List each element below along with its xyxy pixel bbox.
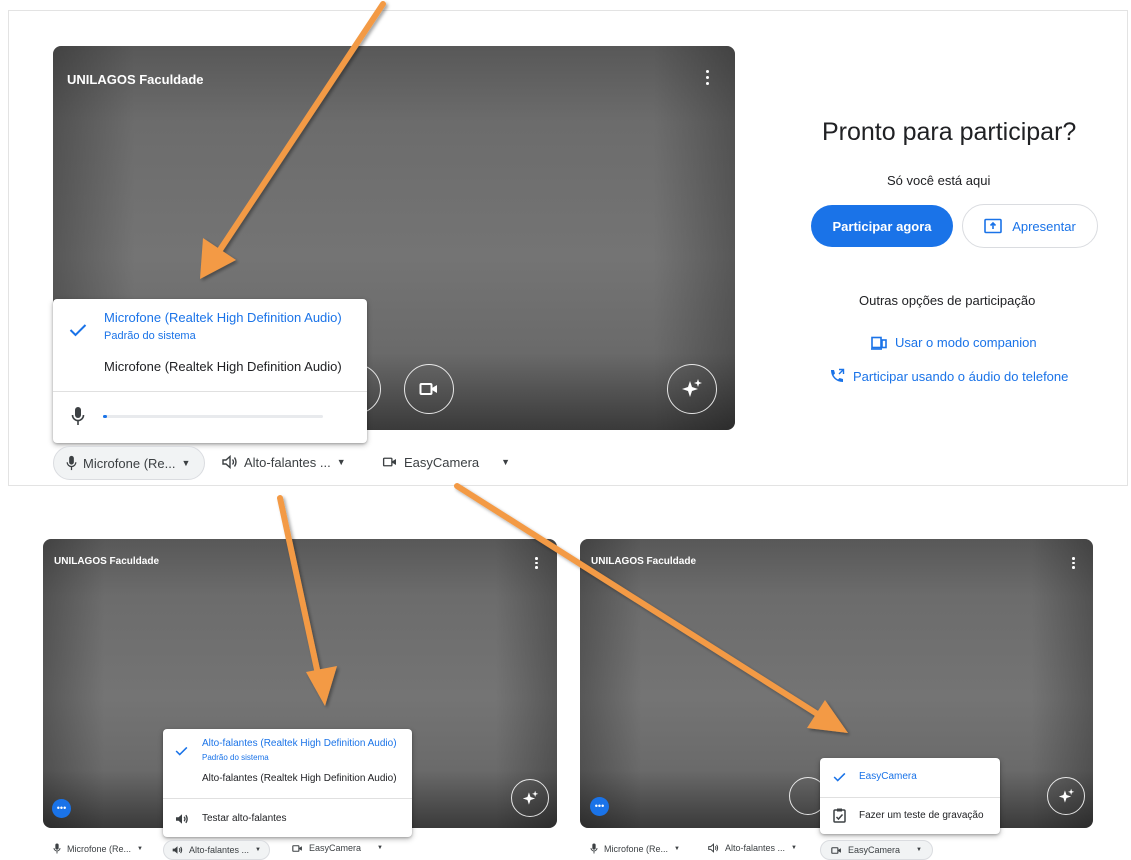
annotation-arrows (200, 1, 848, 733)
annotation-arrowhead (200, 238, 236, 279)
annotation-arrowhead (807, 700, 848, 733)
annotation-arrow (209, 1, 386, 265)
annotation-arrow (454, 483, 833, 725)
annotation-arrow (277, 495, 324, 691)
annotation-arrowhead (306, 666, 337, 706)
